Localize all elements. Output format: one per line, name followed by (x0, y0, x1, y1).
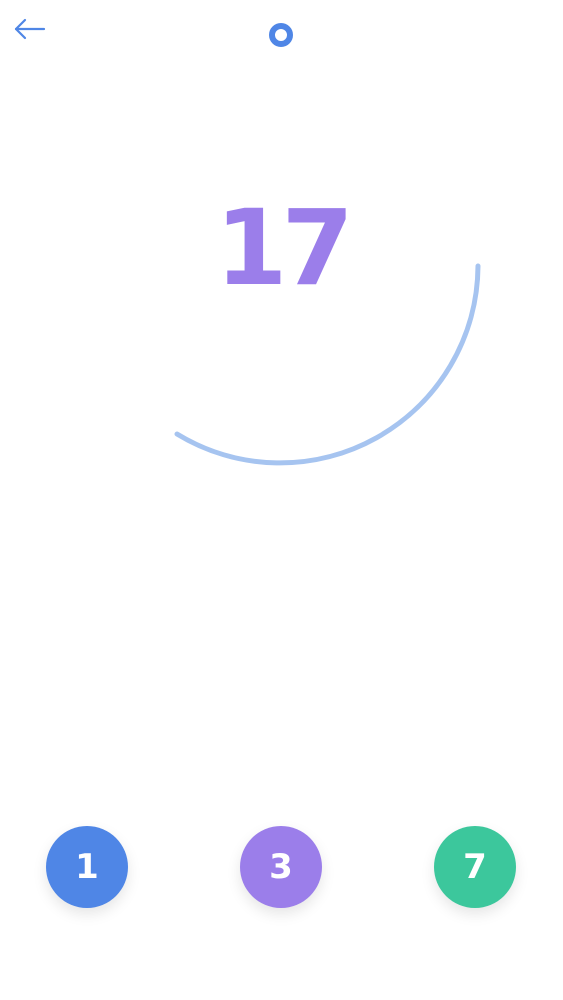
choice-button-1[interactable]: 1 (46, 826, 128, 908)
choice-label: 7 (463, 847, 487, 887)
choice-button-3[interactable]: 7 (434, 826, 516, 908)
choice-button-2[interactable]: 3 (240, 826, 322, 908)
choice-label: 3 (269, 847, 293, 887)
target-area: 17 (0, 0, 563, 560)
choice-label: 1 (75, 847, 99, 887)
target-number: 17 (215, 187, 354, 309)
